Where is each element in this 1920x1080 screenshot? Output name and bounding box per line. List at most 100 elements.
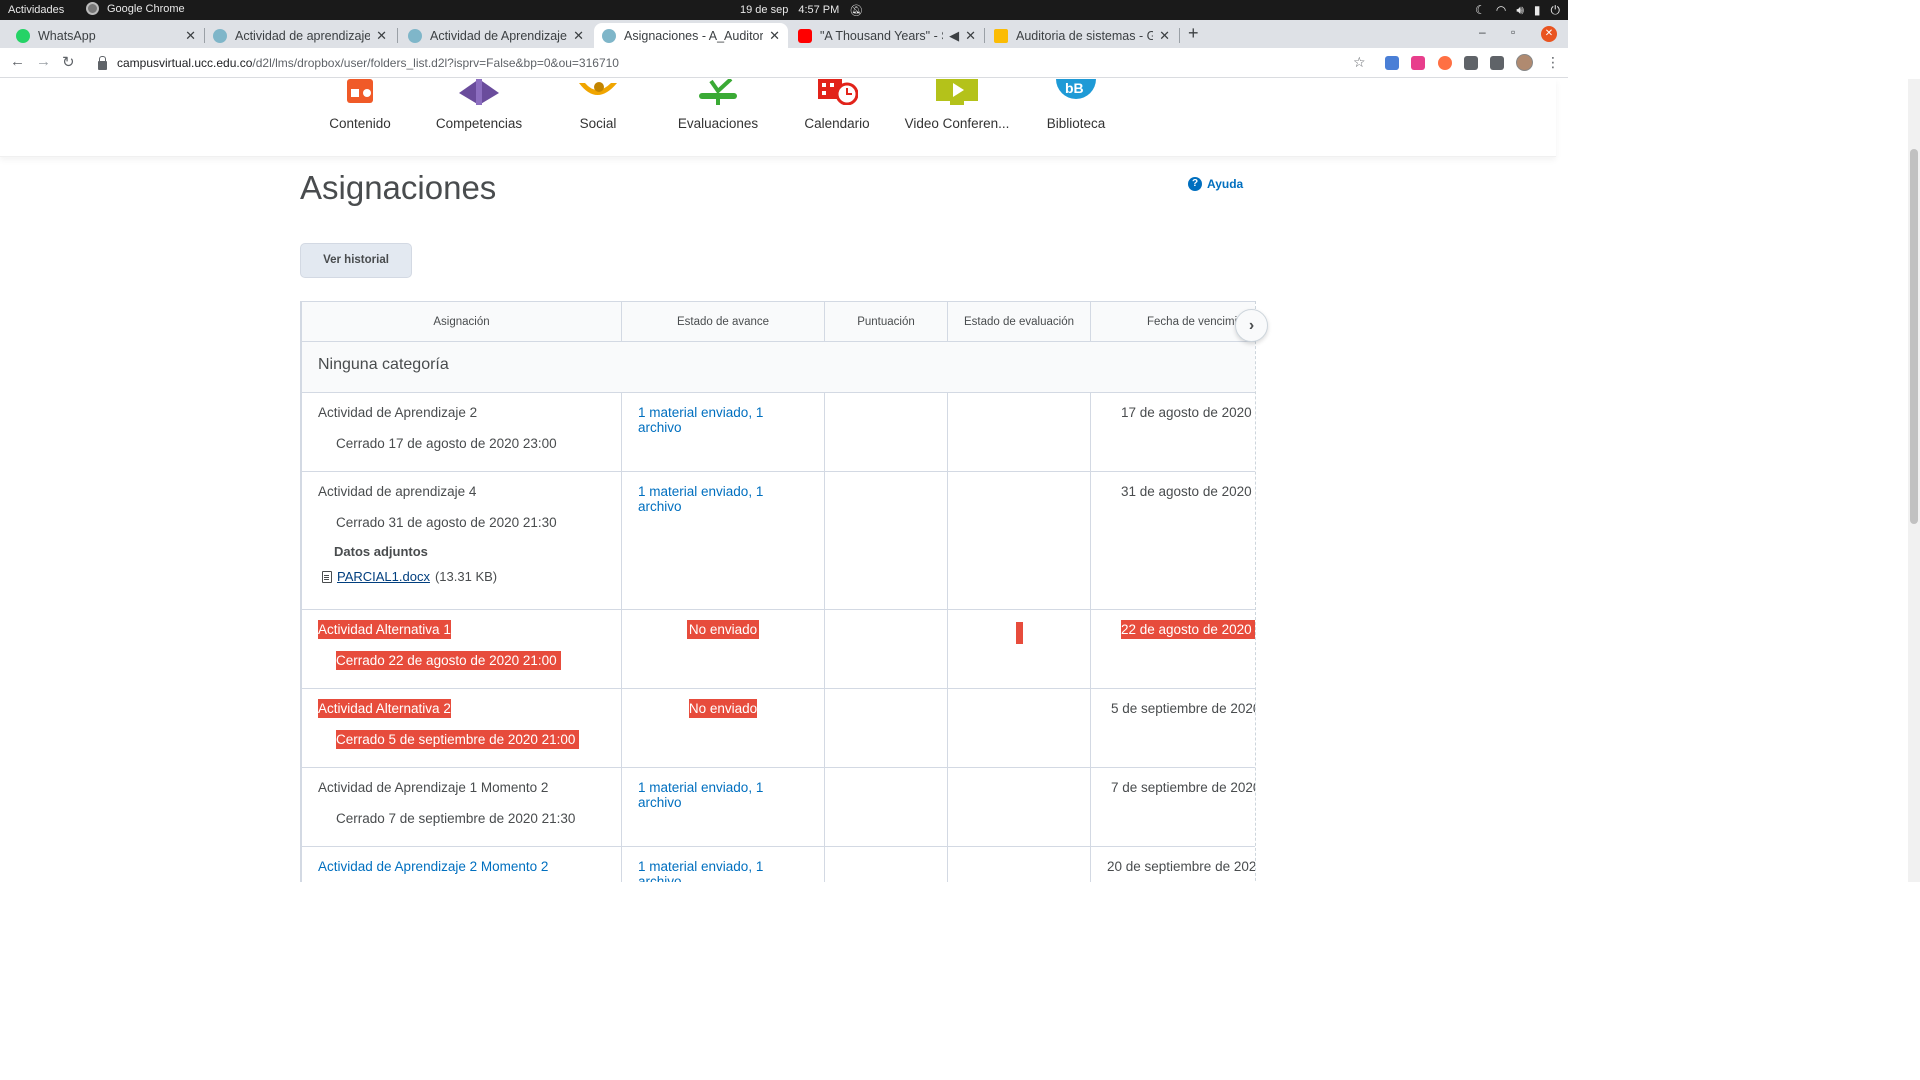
closed-date: Cerrado 17 de agosto de 2020 23:00 xyxy=(336,436,557,451)
table-header-row: Asignación Estado de avance Puntuación E… xyxy=(301,301,1255,342)
evaluation-status-cell xyxy=(947,392,1091,472)
window-close-button[interactable]: ✕ xyxy=(1541,26,1557,42)
tab-title: Actividad de aprendizaje xyxy=(235,28,371,43)
close-icon[interactable]: ✕ xyxy=(965,28,976,44)
address-bar[interactable]: campusvirtual.ucc.edu.co/d2l/lms/dropbox… xyxy=(88,51,1378,75)
battery-icon: ▮ xyxy=(1533,3,1541,17)
content-icon xyxy=(347,79,373,103)
audio-playing-icon[interactable]: ◀︎ xyxy=(949,28,959,44)
submission-status-link[interactable]: 1 material enviado, 1 archivo xyxy=(638,405,763,435)
evaluation-status-cell xyxy=(947,767,1091,847)
table-row: Actividad de Aprendizaje 2 Momento 2 1 m… xyxy=(301,846,1255,882)
puzzle-icon[interactable] xyxy=(1464,56,1478,70)
close-icon[interactable]: ✕ xyxy=(573,28,584,44)
assignment-name: Actividad de aprendizaje 4 xyxy=(318,484,477,499)
nav-label: Contenido xyxy=(329,116,391,131)
bookmark-star-icon[interactable]: ☆ xyxy=(1353,54,1366,71)
app-name: Google Chrome xyxy=(107,2,185,15)
clock-time: 4:57 PM xyxy=(798,4,840,16)
attachments-label: Datos adjuntos xyxy=(334,544,428,559)
column-header[interactable]: Estado de evaluación xyxy=(947,301,1091,342)
tab-actividad-aprendizaje-2[interactable]: Actividad de Aprendizaje ✕ xyxy=(400,23,592,48)
tab-title: "A Thousand Years" - S xyxy=(820,28,944,43)
notifications-off-icon: 🔕︎ xyxy=(849,5,864,17)
ad-extension-icon[interactable] xyxy=(1411,56,1425,70)
social-icon xyxy=(579,82,617,95)
chrome-menu-icon[interactable]: ⋮ xyxy=(1546,54,1560,71)
wifi-icon: ◠ xyxy=(1495,3,1507,17)
closed-date: Cerrado 22 de agosto de 2020 21:00 xyxy=(336,651,561,670)
translate-extension-icon[interactable] xyxy=(1385,56,1399,70)
lock-icon xyxy=(98,55,107,70)
column-header[interactable]: Estado de avance xyxy=(621,301,825,342)
due-date: 7 de septiembre de 2020 xyxy=(1111,780,1256,795)
whatsapp-icon xyxy=(16,28,30,43)
tab-whatsapp[interactable]: WhatsApp ✕ xyxy=(8,23,204,48)
due-date: 31 de agosto de 2020 2 xyxy=(1121,484,1256,499)
scrollbar-thumb[interactable] xyxy=(1910,149,1918,524)
profile-avatar[interactable] xyxy=(1516,54,1533,71)
assignment-name: Actividad Alternativa 1 xyxy=(318,620,451,639)
assignment-name: Actividad de Aprendizaje 2 xyxy=(318,405,478,420)
url-host: campusvirtual.ucc.edu.co xyxy=(117,56,253,70)
assignment-link[interactable]: Actividad de Aprendizaje 2 Momento 2 xyxy=(318,859,548,874)
tab-asignaciones[interactable]: Asignaciones - A_Auditor ✕ xyxy=(594,23,788,48)
power-icon: ⏻ xyxy=(1550,3,1561,17)
competencies-icon xyxy=(459,79,499,105)
nav-label: Competencias xyxy=(435,116,523,131)
page-viewport: Contenido Competencias Social Evaluacion… xyxy=(0,79,1568,882)
table-row: Actividad Alternativa 2 Cerrado 5 de sep… xyxy=(301,688,1255,768)
tab-strip: WhatsApp ✕ Actividad de aprendizaje ✕ Ac… xyxy=(0,20,1568,48)
evaluation-status-cell xyxy=(947,846,1091,882)
system-tray[interactable]: ☾ ◠ 🔊︎ ▮ ⏻ xyxy=(1475,3,1560,18)
submission-status-link[interactable]: 1 material enviado, 1 archivo xyxy=(638,484,763,514)
evaluation-status-cell xyxy=(947,688,1091,768)
column-header[interactable]: Fecha de vencimi xyxy=(1090,301,1255,342)
assignment-name: Actividad Alternativa 2 xyxy=(318,699,451,718)
extension-icon[interactable] xyxy=(1438,56,1452,70)
back-button[interactable]: ← xyxy=(10,53,25,70)
reload-button[interactable]: ↻ xyxy=(62,53,75,71)
nav-label: Video Conferen... xyxy=(904,116,1010,131)
close-icon[interactable]: ✕ xyxy=(769,28,780,44)
maximize-button[interactable]: ▫ xyxy=(1511,25,1515,39)
app-menu[interactable]: Google Chrome xyxy=(86,2,185,15)
new-tab-button[interactable]: + xyxy=(1188,23,1199,44)
help-label: Ayuda xyxy=(1207,177,1244,191)
close-icon[interactable]: ✕ xyxy=(185,28,196,44)
view-history-button[interactable]: Ver historial xyxy=(300,243,412,278)
close-icon[interactable]: ✕ xyxy=(376,28,387,44)
help-link[interactable]: ? Ayuda xyxy=(1188,177,1243,191)
activities-button[interactable]: Actividades xyxy=(8,4,64,16)
url-path: /d2l/lms/dropbox/user/folders_list.d2l?i… xyxy=(252,56,619,70)
submission-status-link[interactable]: 1 material enviado, 1 archivo xyxy=(638,859,763,882)
closed-date: Cerrado 31 de agosto de 2020 21:30 xyxy=(336,515,557,530)
category-label: Ninguna categoría xyxy=(301,341,1255,393)
reading-list-icon[interactable] xyxy=(1490,56,1504,70)
column-header[interactable]: Puntuación xyxy=(824,301,948,342)
column-header[interactable]: Asignación xyxy=(301,301,622,342)
page-scrollbar[interactable] xyxy=(1908,79,1920,882)
tab-title: WhatsApp xyxy=(38,28,96,43)
site-icon xyxy=(408,28,422,43)
close-icon[interactable]: ✕ xyxy=(1159,28,1170,44)
tab-google-drive[interactable]: Auditoria de sistemas - Gc ✕ xyxy=(986,23,1178,48)
tab-youtube[interactable]: "A Thousand Years" - S ◀︎ ✕ xyxy=(790,23,984,48)
clock[interactable]: 19 de sep 4:57 PM 🔕︎ xyxy=(740,4,863,17)
submission-status-link[interactable]: 1 material enviado, 1 archivo xyxy=(638,780,763,810)
table-scroll-right-button[interactable]: › xyxy=(1235,309,1268,342)
minimize-button[interactable]: – xyxy=(1479,25,1486,39)
calendar-icon xyxy=(818,79,858,105)
tab-title: Auditoria de sistemas - Gc xyxy=(1016,28,1154,43)
document-icon xyxy=(322,570,332,583)
closed-date: Cerrado 7 de septiembre de 2020 21:30 xyxy=(336,811,576,826)
tab-actividad-aprendizaje[interactable]: Actividad de aprendizaje ✕ xyxy=(205,23,395,48)
chrome-icon xyxy=(86,2,99,15)
attachment-link[interactable]: PARCIAL1.docx xyxy=(337,569,430,584)
evaluation-status-cell xyxy=(947,471,1091,610)
evaluations-icon xyxy=(699,79,737,105)
forward-button[interactable]: → xyxy=(36,53,51,70)
course-navbar: Contenido Competencias Social Evaluacion… xyxy=(0,79,1556,157)
nav-label: Social xyxy=(579,116,617,131)
assignments-table[interactable]: Asignación Estado de avance Puntuación E… xyxy=(300,301,1256,882)
